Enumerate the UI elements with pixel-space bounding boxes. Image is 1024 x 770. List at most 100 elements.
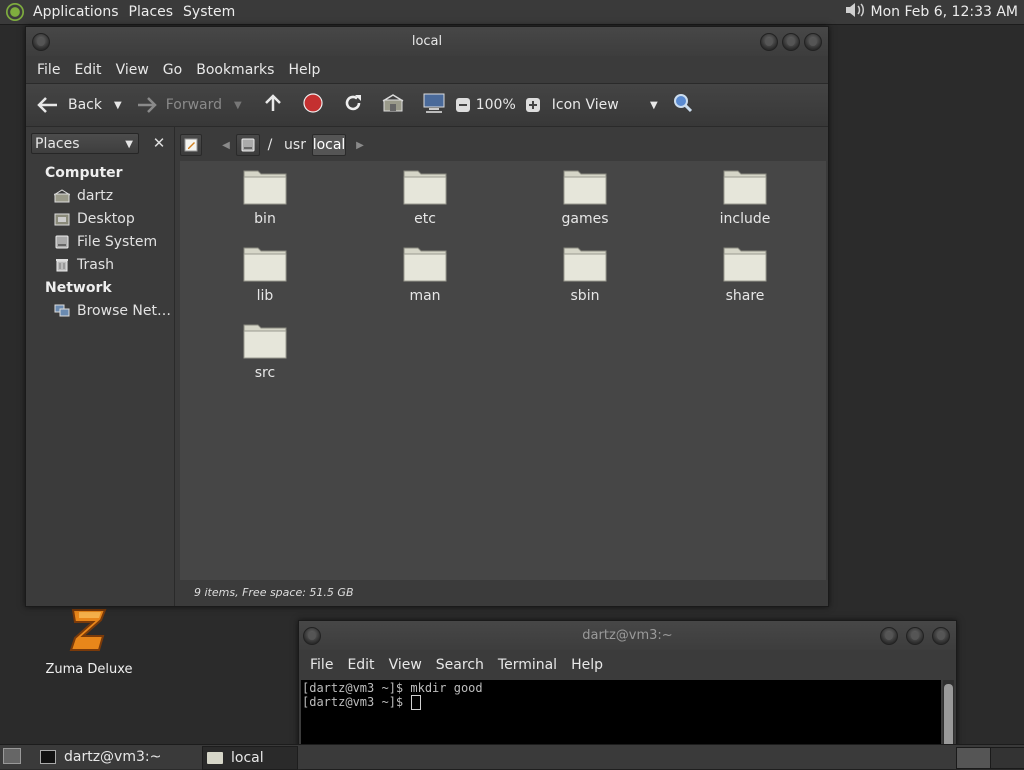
file-manager-menubar: File Edit View Go Bookmarks Help — [26, 56, 828, 83]
folder-label: games — [561, 211, 609, 227]
workspace-2[interactable] — [990, 747, 1024, 769]
folder-item[interactable]: include — [685, 167, 805, 227]
chevron-down-icon: ▼ — [650, 99, 658, 111]
distro-logo-icon[interactable] — [6, 3, 24, 21]
reload-icon[interactable] — [342, 92, 364, 118]
folder-icon — [403, 244, 447, 282]
terminal-titlebar[interactable]: dartz@vm3:~ — [299, 621, 956, 650]
menu-file[interactable]: File — [303, 657, 340, 673]
folder-icon — [563, 244, 607, 282]
menu-help[interactable]: Help — [564, 657, 610, 673]
minimize-button[interactable] — [760, 33, 778, 51]
home-icon[interactable] — [382, 93, 404, 117]
sidebar-item-browse-network[interactable]: Browse Net… — [54, 303, 171, 319]
desktop-icon — [54, 213, 70, 226]
show-desktop-icon[interactable] — [3, 748, 21, 764]
trash-icon — [56, 259, 68, 272]
search-icon[interactable] — [672, 92, 694, 118]
folder-item[interactable]: share — [685, 244, 805, 304]
sidebar-pane-select[interactable]: Places ▼ — [31, 133, 139, 154]
path-segment-local[interactable]: local — [312, 134, 346, 156]
sidebar-item-file-system[interactable]: File System — [54, 234, 157, 250]
window-menu-button[interactable] — [32, 33, 50, 51]
menu-view[interactable]: View — [109, 62, 156, 78]
close-button[interactable] — [804, 33, 822, 51]
folder-icon — [723, 167, 767, 205]
maximize-button[interactable] — [906, 627, 924, 645]
folder-item[interactable]: lib — [205, 244, 325, 304]
taskbar-item-terminal[interactable]: dartz@vm3:~ — [36, 746, 196, 768]
forward-button[interactable]: Forward — [136, 95, 222, 115]
folder-item[interactable]: etc — [365, 167, 485, 227]
forward-arrow-icon — [137, 97, 157, 113]
toggle-location-entry-button[interactable] — [180, 134, 202, 156]
folder-item[interactable]: sbin — [525, 244, 645, 304]
path-root-button[interactable] — [236, 134, 260, 156]
close-sidebar-icon[interactable]: ✕ — [149, 133, 169, 154]
file-manager-titlebar[interactable]: local — [26, 27, 828, 56]
path-bar: ◀ / usr local ▶ — [178, 127, 828, 163]
taskbar-item-label: local — [231, 750, 264, 766]
zoom-level[interactable]: 100% — [476, 97, 516, 113]
sidebar-item-desktop[interactable]: Desktop — [54, 211, 135, 227]
menu-bookmarks[interactable]: Bookmarks — [189, 62, 281, 78]
forward-label: Forward — [165, 97, 223, 113]
stop-icon[interactable] — [302, 92, 324, 118]
folder-item[interactable]: src — [205, 321, 325, 381]
window-menu-button[interactable] — [303, 627, 321, 645]
network-icon — [54, 304, 70, 317]
bottom-panel: dartz@vm3:~ local — [0, 744, 1024, 770]
desktop-icon-label: Zuma Deluxe — [45, 662, 133, 677]
back-history-dropdown[interactable]: ▼ — [114, 100, 122, 111]
zoom-in-icon[interactable] — [525, 98, 540, 112]
back-label: Back — [68, 97, 102, 113]
file-icon-view[interactable]: bin etc games include lib man sbin share src — [180, 161, 826, 580]
desktop-icon-zuma[interactable]: Zuma Deluxe — [44, 606, 134, 677]
drive-icon — [241, 138, 255, 152]
forward-history-dropdown[interactable]: ▼ — [234, 100, 242, 111]
folder-icon — [403, 167, 447, 205]
zoom-out-icon[interactable] — [455, 98, 470, 112]
sidebar-item-dartz[interactable]: dartz — [54, 188, 113, 204]
zuma-app-icon — [69, 609, 107, 651]
back-button[interactable]: Back — [36, 95, 102, 115]
computer-icon[interactable] — [422, 92, 446, 118]
menu-view[interactable]: View — [382, 657, 429, 673]
top-panel: Applications Places System Mon Feb 6, 12… — [0, 0, 1024, 25]
minimize-button[interactable] — [880, 627, 898, 645]
menu-go[interactable]: Go — [156, 62, 189, 78]
path-scroll-right-icon[interactable]: ▶ — [352, 140, 368, 151]
menu-file[interactable]: File — [30, 62, 67, 78]
applications-menu[interactable]: Applications — [28, 4, 124, 20]
folder-label: sbin — [570, 288, 600, 304]
menu-edit[interactable]: Edit — [67, 62, 108, 78]
menu-terminal[interactable]: Terminal — [491, 657, 564, 673]
folder-item[interactable]: bin — [205, 167, 325, 227]
close-button[interactable] — [932, 627, 950, 645]
workspace-1[interactable] — [956, 747, 991, 769]
system-menu[interactable]: System — [178, 4, 240, 20]
places-menu[interactable]: Places — [124, 4, 179, 20]
maximize-button[interactable] — [782, 33, 800, 51]
folder-item[interactable]: games — [525, 167, 645, 227]
path-segment-usr[interactable]: usr — [282, 134, 308, 156]
home-folder-icon — [54, 189, 70, 203]
folder-icon — [243, 321, 287, 359]
view-mode-select[interactable]: Icon View ▼ — [552, 97, 658, 113]
sidebar-heading-network: Network — [45, 280, 112, 296]
path-scroll-left-icon[interactable]: ◀ — [218, 140, 234, 151]
menu-edit[interactable]: Edit — [340, 657, 381, 673]
up-icon[interactable] — [262, 92, 284, 118]
view-mode-label: Icon View — [551, 97, 619, 113]
folder-label: share — [725, 288, 765, 304]
terminal-prompt-line: [dartz@vm3 ~]$ — [301, 695, 941, 710]
taskbar-item-local[interactable]: local — [202, 746, 298, 770]
menu-search[interactable]: Search — [429, 657, 491, 673]
path-segment-root[interactable]: / — [260, 134, 280, 156]
sidebar-item-trash[interactable]: Trash — [54, 257, 114, 273]
volume-icon[interactable] — [843, 0, 867, 24]
panel-clock[interactable]: Mon Feb 6, 12:33 AM — [867, 4, 1020, 20]
folder-item[interactable]: man — [365, 244, 485, 304]
menu-help[interactable]: Help — [281, 62, 327, 78]
file-manager-window: local File Edit View Go Bookmarks Help B… — [25, 26, 829, 607]
